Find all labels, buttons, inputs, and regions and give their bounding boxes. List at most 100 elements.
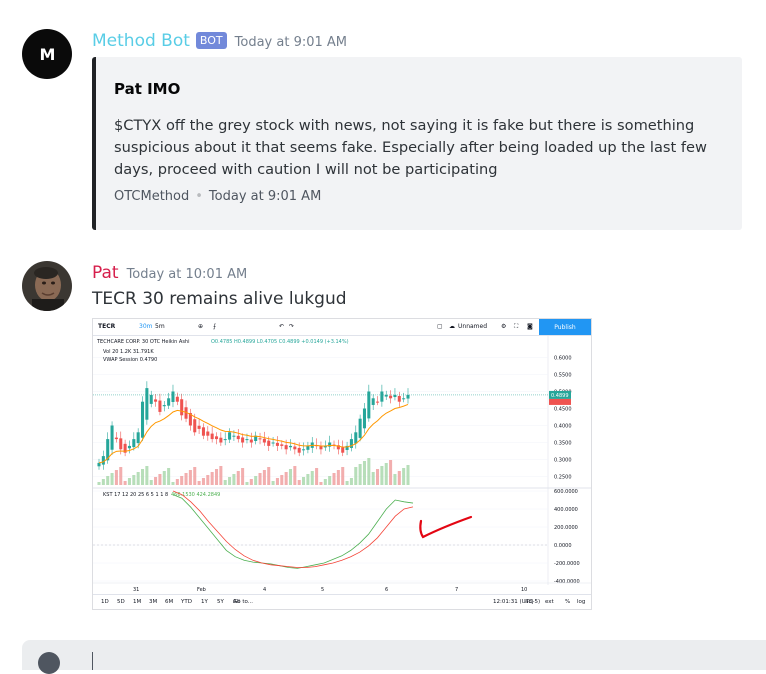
username[interactable]: Method Bot <box>92 31 190 51</box>
indicators-icon[interactable]: ⨍ <box>213 323 216 330</box>
candle-body <box>154 399 158 402</box>
volume-bar <box>214 469 219 485</box>
volume-bar <box>397 471 401 485</box>
price-tag-red <box>549 398 571 405</box>
volume-bar <box>406 465 410 485</box>
candle-body <box>284 445 288 450</box>
candle-body <box>302 449 306 451</box>
volume-bar <box>371 472 375 485</box>
candle-body <box>406 394 410 399</box>
user-avatar[interactable] <box>22 261 72 311</box>
time-axis-label: 7 <box>455 587 458 593</box>
volume-bar <box>249 479 253 485</box>
volume-bar <box>123 481 127 485</box>
volume-bar <box>97 482 101 485</box>
time-axis-label: 5 <box>321 587 324 593</box>
candle-body <box>162 405 166 407</box>
range-button-1d[interactable]: 1D <box>101 599 109 605</box>
bot-avatar[interactable]: M <box>22 29 72 79</box>
time-axis-label: 10 <box>521 587 527 593</box>
volume-bar <box>101 479 105 485</box>
osc-axis-label: 200.0000 <box>554 525 578 531</box>
undo-icon[interactable]: ↶ <box>279 323 284 330</box>
camera-icon[interactable]: ◙ <box>527 323 533 330</box>
candle-body <box>358 418 362 438</box>
candle-body <box>245 439 249 441</box>
volume-bar <box>284 472 288 485</box>
interval-label[interactable]: 30m <box>139 323 152 330</box>
message-input[interactable] <box>22 640 766 674</box>
range-button-ytd[interactable]: YTD <box>181 599 192 605</box>
option-log[interactable]: log <box>577 599 585 605</box>
chart-canvas[interactable]: 0.60000.55000.50000.45000.40000.35000.30… <box>93 335 591 595</box>
volume-bar <box>140 469 145 485</box>
symbol-label[interactable]: TECR <box>98 323 115 330</box>
volume-bar <box>345 481 349 485</box>
username[interactable]: Pat <box>92 263 119 283</box>
candle-body <box>271 442 275 444</box>
range-button-1m[interactable]: 1M <box>133 599 141 605</box>
volume-bar <box>354 467 358 485</box>
candle-body <box>362 408 367 429</box>
chart-toolbar: TECR 30m 5m ⊕ ⨍ ↶ ↷ ▢ ☁ Unnamed ⚙ ⛶ ◙ Pu… <box>93 319 591 336</box>
window-icon[interactable]: ▢ <box>437 323 443 330</box>
range-button-1y[interactable]: 1Y <box>201 599 208 605</box>
option-percent[interactable]: % <box>565 599 570 605</box>
volume-bar <box>114 470 118 485</box>
embed-footer-author: OTCMethod <box>114 189 190 204</box>
volume-bar <box>127 478 131 485</box>
candle-body <box>376 401 380 403</box>
volume-bar <box>376 469 380 485</box>
volume-bar <box>262 470 266 485</box>
timestamp: Today at 9:01 AM <box>234 35 348 50</box>
candle-body <box>241 437 245 443</box>
chart-attachment[interactable]: TECR 30m 5m ⊕ ⨍ ↶ ↷ ▢ ☁ Unnamed ⚙ ⛶ ◙ Pu… <box>92 318 592 610</box>
settings-icon[interactable]: ⚙ <box>501 323 506 330</box>
candle-body <box>140 401 145 438</box>
range-button-6m[interactable]: 6M <box>165 599 173 605</box>
option-ext[interactable]: ext <box>545 599 554 605</box>
add-compare-icon[interactable]: ⊕ <box>198 323 203 330</box>
kst-legend: KST 17 12 20 25 6 5 1 1 8 <box>103 492 168 498</box>
publish-button[interactable]: Publish <box>539 319 591 335</box>
candle-body <box>380 391 384 402</box>
candle-body <box>175 396 179 402</box>
kst-line <box>172 494 414 569</box>
interval-label-2[interactable]: 5m <box>155 323 165 330</box>
cloud-icon[interactable]: ☁ <box>449 323 455 330</box>
candle-body <box>127 445 131 449</box>
volume-bar <box>402 468 406 485</box>
layout-name[interactable]: Unnamed <box>458 323 487 330</box>
volume-bar <box>210 472 214 485</box>
range-button-5y[interactable]: 5Y <box>217 599 224 605</box>
fullscreen-icon[interactable]: ⛶ <box>514 323 518 331</box>
option-adj[interactable]: adj <box>525 599 533 605</box>
time-axis-label: 6 <box>385 587 388 593</box>
volume-bar <box>302 477 306 485</box>
candle-body <box>145 388 149 420</box>
range-button-3m[interactable]: 3M <box>149 599 157 605</box>
range-button-5d[interactable]: 5D <box>117 599 125 605</box>
candle-body <box>223 439 227 441</box>
message-header: Pat Today at 10:01 AM <box>92 263 247 283</box>
separator-dot: • <box>195 189 203 204</box>
legend-vwap: VWAP Session 0.4790 <box>103 357 157 363</box>
price-tag: 0.4899 <box>551 393 569 399</box>
candle-body <box>219 437 223 443</box>
volume-bar <box>110 473 114 485</box>
candle-body <box>258 438 262 440</box>
price-axis-label: 0.5500 <box>554 373 572 379</box>
avatar-letter: M <box>39 44 56 64</box>
price-axis-label: 0.6000 <box>554 356 572 362</box>
candle-body <box>275 442 279 446</box>
embed-footer-time: Today at 9:01 AM <box>208 189 322 204</box>
upload-icon[interactable] <box>38 652 60 674</box>
avatar-image <box>22 261 72 311</box>
volume-bar <box>332 473 336 485</box>
candle-body <box>171 391 175 402</box>
volume-bar <box>341 467 345 485</box>
redo-icon[interactable]: ↷ <box>289 323 294 330</box>
range-button-all[interactable]: All <box>233 599 240 605</box>
candle-body <box>158 400 162 412</box>
volume-bar <box>323 479 327 485</box>
